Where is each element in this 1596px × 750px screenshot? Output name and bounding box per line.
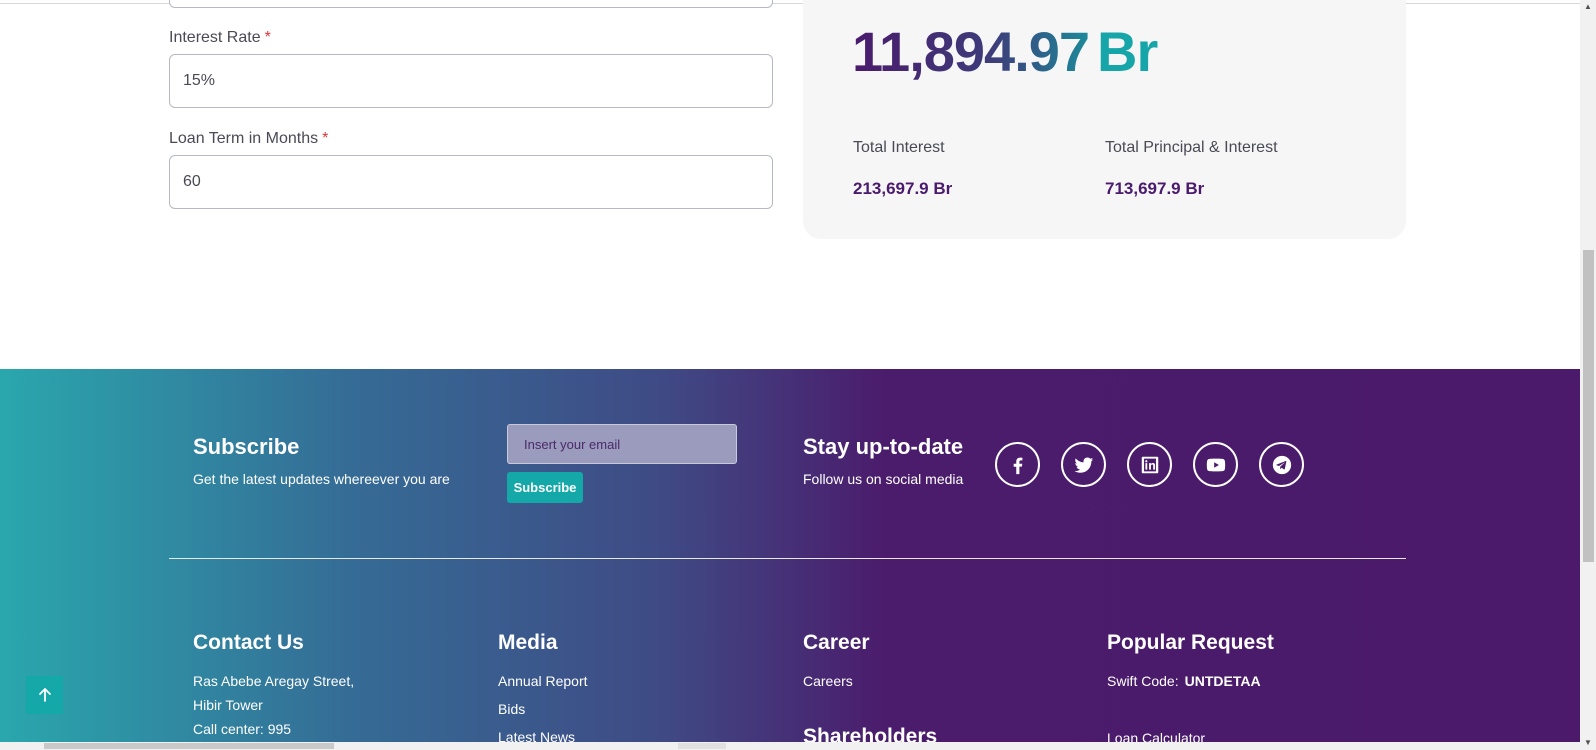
contact-address-line-2: Hibir Tower xyxy=(193,697,263,713)
monthly-payment-number: 11,894.97 xyxy=(852,20,1090,83)
total-principal-interest-value: 713,697.9 Br xyxy=(1105,179,1205,198)
total-interest-value: 213,697.9 Br xyxy=(853,179,953,198)
footer-divider xyxy=(169,558,1406,559)
vertical-scroll-thumb[interactable] xyxy=(1583,250,1594,562)
loan-term-label: Loan Term in Months * xyxy=(169,130,328,148)
contact-us-title: Contact Us xyxy=(193,631,304,654)
horizontal-scroll-segment xyxy=(678,743,726,749)
site-footer: Subscribe Get the latest updates whereev… xyxy=(0,369,1580,750)
swift-code-label: Swift Code: xyxy=(1107,673,1179,689)
career-link-careers[interactable]: Careers xyxy=(803,673,853,689)
required-mark: * xyxy=(264,29,271,46)
scroll-up-arrow-icon[interactable]: ▲ xyxy=(1584,2,1592,11)
subscribe-button[interactable]: Subscribe xyxy=(507,472,583,503)
loan-amount-field-edge[interactable] xyxy=(169,0,773,8)
interest-rate-input[interactable]: 15% xyxy=(169,54,773,108)
interest-rate-label-text: Interest Rate xyxy=(169,29,261,46)
contact-call-center: Call center: 995 xyxy=(193,721,292,737)
loan-term-value: 60 xyxy=(183,173,201,190)
arrow-up-icon xyxy=(38,688,51,702)
contact-address-line-1: Ras Abebe Aregay Street, xyxy=(193,673,355,689)
interest-rate-value: 15% xyxy=(183,72,216,89)
email-placeholder: Insert your email xyxy=(524,436,621,452)
loan-term-input[interactable]: 60 xyxy=(169,155,773,209)
newsletter-email-input[interactable]: Insert your email xyxy=(507,424,737,464)
swift-code-value: UNTDETAA xyxy=(1184,673,1261,689)
total-interest-label: Total Interest xyxy=(853,139,945,156)
required-mark: * xyxy=(322,130,329,147)
stay-up-to-date-title: Stay up-to-date xyxy=(803,434,964,459)
scroll-down-arrow-icon[interactable]: ▼ xyxy=(1584,738,1592,747)
back-to-top-button[interactable] xyxy=(26,676,63,714)
facebook-icon[interactable] xyxy=(995,442,1040,487)
subscribe-title: Subscribe xyxy=(193,434,300,459)
vertical-scrollbar[interactable]: ▲ ▼ xyxy=(1580,0,1596,750)
telegram-icon[interactable] xyxy=(1259,442,1304,487)
monthly-payment-amount: 11,894.97 Br xyxy=(852,20,1158,84)
career-title: Career xyxy=(803,631,870,654)
media-title: Media xyxy=(498,631,558,654)
horizontal-scroll-thumb[interactable] xyxy=(44,743,334,749)
loan-term-label-text: Loan Term in Months xyxy=(169,130,319,147)
popular-request-title: Popular Request xyxy=(1107,631,1274,654)
total-principal-interest-label: Total Principal & Interest xyxy=(1105,139,1278,156)
swift-code-row: Swift Code: UNTDETAA xyxy=(1107,673,1261,689)
monthly-payment-currency: Br xyxy=(1097,20,1158,83)
twitter-icon[interactable] xyxy=(1061,442,1106,487)
linkedin-icon[interactable] xyxy=(1127,442,1172,487)
horizontal-scrollbar[interactable] xyxy=(0,742,1580,750)
youtube-icon[interactable] xyxy=(1193,442,1238,487)
media-link-annual-report[interactable]: Annual Report xyxy=(498,673,588,689)
social-subtitle: Follow us on social media xyxy=(803,471,964,487)
subscribe-subtitle: Get the latest updates whereever you are xyxy=(193,471,450,487)
media-link-bids[interactable]: Bids xyxy=(498,701,525,717)
interest-rate-label: Interest Rate * xyxy=(169,29,271,47)
